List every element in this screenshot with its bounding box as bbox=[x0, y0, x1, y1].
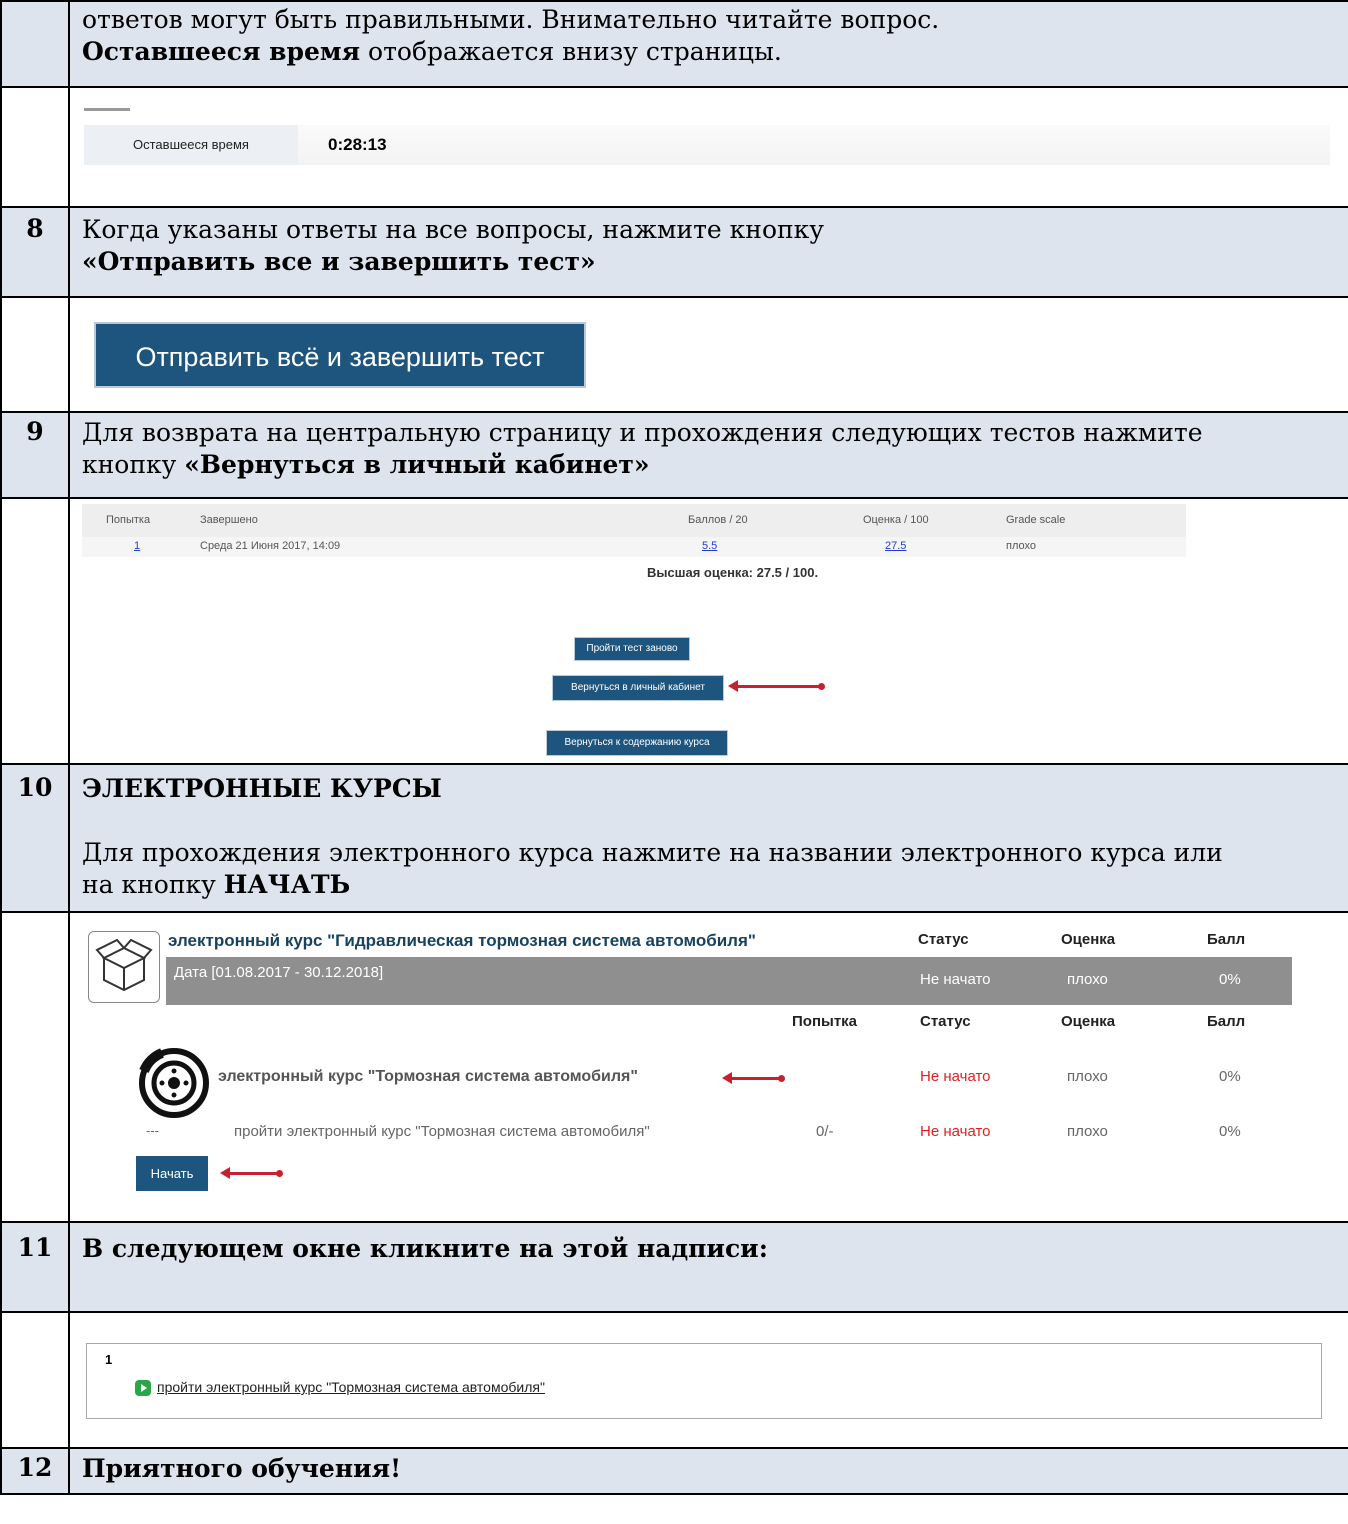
step-number: 12 bbox=[0, 1447, 70, 1495]
attempt-grade-scale: плохо bbox=[1006, 540, 1036, 552]
module-score: 0% bbox=[1219, 1068, 1241, 1085]
attempts-col-finished: Завершено bbox=[200, 514, 258, 526]
empty-number-cell bbox=[0, 497, 70, 765]
lesson-box: 1 пройти электронный курс "Тормозная сис… bbox=[86, 1343, 1322, 1419]
return-to-course-button[interactable]: Вернуться к содержанию курса bbox=[546, 730, 728, 756]
instruction-table: ответов могут быть правильными. Внимател… bbox=[0, 0, 1348, 1495]
module-title-link[interactable]: электронный курс "Тормозная система авто… bbox=[218, 1068, 638, 1086]
module-score-header: Балл bbox=[1207, 1013, 1246, 1030]
course-date: Дата [01.08.2017 - 30.12.2018] bbox=[174, 964, 384, 981]
lesson-number: 1 bbox=[105, 1352, 113, 1367]
attempts-col-attempt: Попытка bbox=[106, 514, 151, 526]
item-title: пройти электронный курс "Тормозная систе… bbox=[234, 1123, 650, 1140]
lesson-link[interactable]: пройти электронный курс "Тормозная систе… bbox=[157, 1379, 545, 1395]
intro-line-2-rest: отображается внизу страницы. bbox=[360, 37, 782, 66]
finish-button-cell: Отправить всё и завершить тест bbox=[68, 296, 1348, 413]
step10-heading: ЭЛЕКТРОННЫЕ КУРСЫ bbox=[82, 774, 442, 803]
module-grade: плохо bbox=[1067, 1068, 1108, 1085]
step12-text: Приятного обучения! bbox=[82, 1454, 402, 1483]
module-status: Не начато bbox=[920, 1068, 991, 1085]
intro-text-cell: ответов могут быть правильными. Внимател… bbox=[68, 0, 1348, 88]
retake-test-button[interactable]: Пройти тест заново bbox=[574, 637, 690, 661]
step-number-cell bbox=[0, 0, 70, 88]
return-to-cabinet-button[interactable]: Вернуться в личный кабинет bbox=[552, 675, 724, 701]
start-button[interactable]: Начать bbox=[136, 1156, 208, 1191]
step8-line-1: Когда указаны ответы на все вопросы, наж… bbox=[82, 215, 825, 244]
step9-text-cell: Для возврата на центральную страницу и п… bbox=[68, 411, 1348, 499]
item-score: 0% bbox=[1219, 1123, 1241, 1140]
attempt-points-link[interactable]: 5.5 bbox=[702, 540, 717, 552]
module-attempt-header: Попытка bbox=[792, 1013, 858, 1030]
module-status-header: Статус bbox=[920, 1013, 971, 1030]
play-icon bbox=[135, 1380, 151, 1396]
red-arrow bbox=[722, 1072, 785, 1084]
empty-number-cell bbox=[0, 911, 70, 1223]
course-grade-header: Оценка bbox=[1061, 931, 1116, 948]
module-grade-header: Оценка bbox=[1061, 1013, 1116, 1030]
best-grade: Высшая оценка: 27.5 / 100. bbox=[646, 565, 819, 580]
item-grade: плохо bbox=[1067, 1123, 1108, 1140]
step-number: 8 bbox=[0, 206, 70, 298]
finish-test-button[interactable]: Отправить всё и завершить тест bbox=[94, 322, 586, 388]
item-attempt: 0/- bbox=[816, 1123, 834, 1140]
step9-line-2-bold: «Вернуться в личный кабинет» bbox=[184, 450, 650, 479]
timer-value: 0:28:13 bbox=[328, 135, 387, 154]
course-screenshot-cell: электронный курс "Гидравлическая тормозн… bbox=[68, 911, 1348, 1223]
attempt-number-link[interactable]: 1 bbox=[134, 540, 140, 552]
course-score-header: Балл bbox=[1207, 931, 1246, 948]
attempts-col-scale: Grade scale bbox=[1006, 514, 1066, 526]
step12-text-cell: Приятного обучения! bbox=[68, 1447, 1348, 1495]
step-number: 11 bbox=[0, 1221, 70, 1313]
step10-text-cell: ЭЛЕКТРОННЫЕ КУРСЫ Для прохождения электр… bbox=[68, 763, 1348, 913]
intro-line-1: ответов могут быть правильными. Внимател… bbox=[82, 5, 940, 34]
course-box-icon bbox=[88, 931, 160, 1003]
attempts-table-row: 1 Среда 21 Июня 2017, 14:09 5.5 27.5 пло… bbox=[82, 537, 1186, 557]
brake-disc-icon bbox=[139, 1048, 209, 1118]
course-status-header: Статус bbox=[918, 931, 969, 948]
empty-number-cell bbox=[0, 86, 70, 208]
course-status: Не начато bbox=[920, 971, 991, 988]
step9-line-2-plain: кнопку bbox=[82, 450, 185, 479]
step9-line-1: Для возврата на центральную страницу и п… bbox=[82, 418, 1203, 447]
empty-number-cell bbox=[0, 296, 70, 413]
step-number: 9 bbox=[0, 411, 70, 499]
timer-label: Оставшееся время bbox=[84, 125, 298, 165]
empty-number-cell bbox=[0, 1311, 70, 1449]
item-dash: --- bbox=[146, 1123, 159, 1138]
step11-text: В следующем окне кликните на этой надпис… bbox=[82, 1234, 768, 1263]
course-grade: плохо bbox=[1067, 971, 1108, 988]
step8-text-cell: Когда указаны ответы на все вопросы, наж… bbox=[68, 206, 1348, 298]
attempts-header-row: Попытка Завершено Баллов / 20 Оценка / 1… bbox=[82, 504, 1186, 537]
step-number: 10 bbox=[0, 763, 70, 913]
intro-line-2-bold: Оставшееся время bbox=[82, 37, 361, 66]
lesson-screenshot-cell: 1 пройти электронный курс "Тормозная сис… bbox=[68, 1311, 1348, 1449]
timer-divider bbox=[84, 108, 130, 111]
red-arrow bbox=[220, 1167, 283, 1179]
box-icon bbox=[95, 938, 153, 992]
step10-line-2-bold: НАЧАТЬ bbox=[223, 870, 351, 899]
step11-text-cell: В следующем окне кликните на этой надпис… bbox=[68, 1221, 1348, 1313]
attempt-grade-link[interactable]: 27.5 bbox=[885, 540, 906, 552]
red-arrow bbox=[728, 680, 825, 692]
step10-line-1: Для прохождения электронного курса нажми… bbox=[82, 838, 1223, 867]
course-score: 0% bbox=[1219, 971, 1241, 988]
course-title-link[interactable]: электронный курс "Гидравлическая тормозн… bbox=[168, 931, 756, 951]
step8-line-2: «Отправить все и завершить тест» bbox=[82, 247, 596, 276]
step10-line-2-plain: на кнопку bbox=[82, 870, 224, 899]
attempts-col-grade: Оценка / 100 bbox=[863, 514, 929, 526]
attempts-col-points: Баллов / 20 bbox=[688, 514, 748, 526]
timer-screenshot-cell: Оставшееся время 0:28:13 bbox=[68, 86, 1348, 208]
attempts-screenshot-cell: Попытка Завершено Баллов / 20 Оценка / 1… bbox=[68, 497, 1348, 765]
attempt-finished-date: Среда 21 Июня 2017, 14:09 bbox=[200, 540, 341, 552]
item-status: Не начато bbox=[920, 1123, 991, 1140]
